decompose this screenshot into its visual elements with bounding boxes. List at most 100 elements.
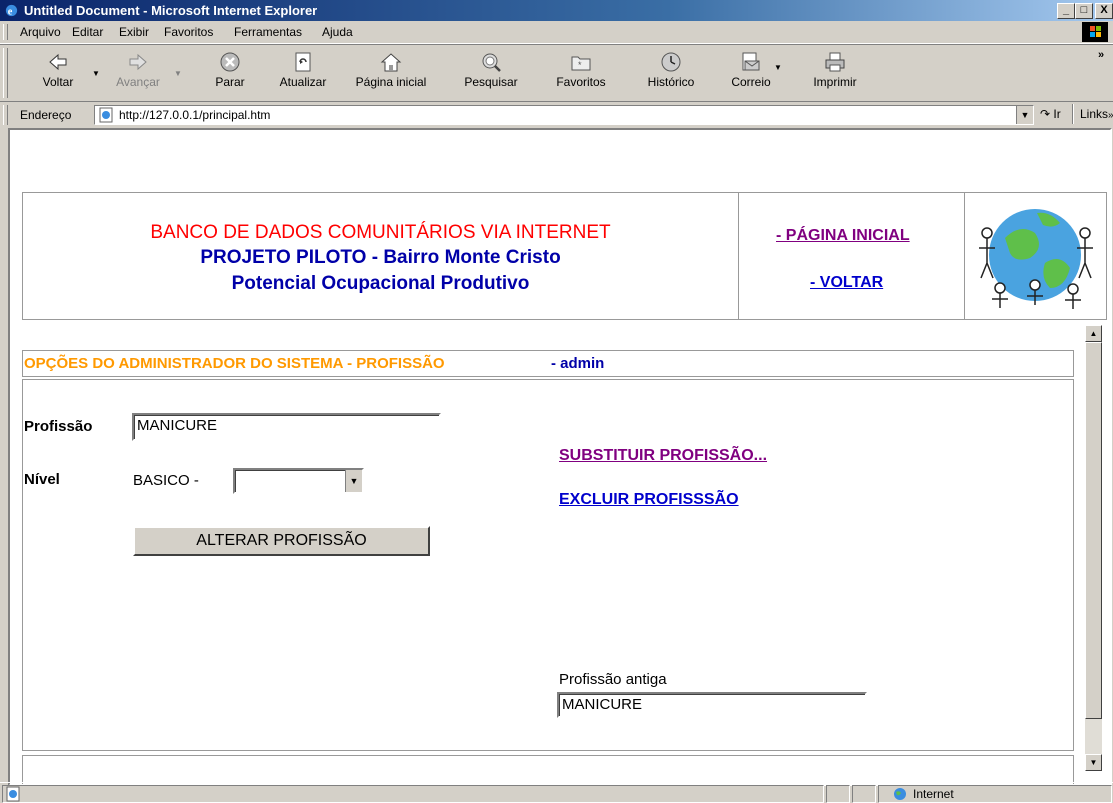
toolbar-more-chevron-icon[interactable]: » [1098,49,1104,61]
stop-icon [220,52,240,72]
zone-pane: Internet [878,785,1112,803]
scroll-thumb[interactable] [1085,342,1102,719]
header-title-cell: BANCO DE DADOS COMUNITÁRIOS VIA INTERNET… [23,193,739,319]
globe-illustration-icon [979,209,1093,309]
substituir-link[interactable]: SUBSTITUIR PROFISSÃO... [559,447,767,465]
go-button[interactable]: ↷ Ir [1040,107,1061,121]
search-label: Pesquisar [464,75,518,89]
forward-button[interactable]: Avançar [108,47,168,99]
favorites-button[interactable]: * Favoritos [545,47,617,99]
home-page-link[interactable]: - PÁGINA INICIAL [776,227,910,245]
internet-globe-icon [894,788,906,800]
links-chevron-icon: » [1108,110,1113,121]
header-line-1: BANCO DE DADOS COMUNITÁRIOS VIA INTERNET [150,222,611,243]
print-button[interactable]: Imprimir [800,47,870,99]
history-label: Histórico [647,75,695,89]
section-title: OPÇÕES DO ADMINISTRADOR DO SISTEMA - PRO… [24,355,445,372]
address-bar: Endereço http://127.0.0.1/principal.htm … [0,101,1113,128]
select-dropdown-icon[interactable]: ▼ [345,470,362,492]
status-bar: Internet [0,782,1113,803]
forward-dropdown-icon[interactable]: ▼ [174,69,182,78]
alter-profession-button[interactable]: ALTERAR PROFISSÃO [133,526,430,556]
scroll-up-icon[interactable]: ▲ [1085,325,1102,342]
page-viewport: BANCO DE DADOS COMUNITÁRIOS VIA INTERNET… [8,128,1112,786]
nivel-select[interactable]: ▼ [233,468,364,494]
address-grip [3,105,8,125]
nivel-label: Nível [24,471,60,488]
mail-dropdown-icon[interactable]: ▼ [774,63,782,72]
profissao-label: Profissão [24,418,93,435]
page-status-icon [6,786,20,802]
back-button[interactable]: Voltar [32,47,84,99]
close-button[interactable]: X [1095,3,1113,19]
menu-ajuda[interactable]: Ajuda [322,25,353,39]
forward-arrow-icon [129,53,147,71]
refresh-label: Atualizar [279,75,327,89]
nivel-text: BASICO - [133,472,199,489]
menu-ferramentas[interactable]: Ferramentas [234,25,302,39]
search-icon [482,53,501,72]
minimize-button[interactable]: _ [1057,3,1075,19]
refresh-icon [295,52,311,72]
antiga-input[interactable]: MANICURE [557,692,867,718]
menu-grip [3,24,8,40]
status-message-pane [2,785,824,803]
history-clock-icon [661,52,681,72]
home-button[interactable]: Página inicial [342,47,440,99]
ie-logo-icon: e [5,4,18,17]
forward-label: Avançar [116,75,160,89]
go-label: Ir [1053,107,1061,121]
mail-button[interactable]: Correio [715,47,787,99]
zone-label: Internet [913,787,954,801]
header-line-2: PROJETO PILOTO - Bairro Monte Cristo [200,247,561,268]
print-label: Imprimir [813,75,857,89]
stop-label: Parar [215,75,245,89]
mail-label: Correio [731,75,771,89]
excluir-link[interactable]: EXCLUIR PROFISSSÃO [559,491,739,509]
status-pane-2 [852,785,876,803]
antiga-label: Profissão antiga [559,671,667,688]
menu-favoritos[interactable]: Favoritos [164,25,213,39]
page-scrollbar[interactable]: ▲ ▼ [1085,325,1102,771]
header-table: BANCO DE DADOS COMUNITÁRIOS VIA INTERNET… [22,192,1107,320]
header-links-cell: - PÁGINA INICIAL - VOLTAR [739,193,965,319]
favorites-folder-icon: * [571,56,591,71]
page-icon [99,107,113,123]
status-pane-1 [826,785,850,803]
address-input[interactable]: http://127.0.0.1/principal.htm ▼ [94,105,1034,125]
profissao-input[interactable]: MANICURE [132,413,441,441]
toolbar: Voltar ▼ Avançar ▼ Parar Atualizar Págin… [0,44,1113,102]
header-line-3: Potencial Ocupacional Produtivo [231,273,530,294]
printer-icon [825,52,845,72]
refresh-button[interactable]: Atualizar [270,47,336,99]
window-title: Untitled Document - Microsoft Internet E… [24,3,318,18]
back-dropdown-icon[interactable]: ▼ [92,69,100,78]
stop-button[interactable]: Parar [200,47,260,99]
mail-icon [742,52,760,71]
address-dropdown-icon[interactable]: ▼ [1016,106,1033,124]
svg-text:*: * [578,60,582,70]
search-button[interactable]: Pesquisar [455,47,527,99]
address-label: Endereço [20,108,72,122]
admin-user: - admin [551,355,605,372]
scroll-down-icon[interactable]: ▼ [1085,754,1102,771]
menu-arquivo[interactable]: Arquivo [20,25,61,39]
back-link[interactable]: - VOLTAR [810,274,883,292]
menu-exibir[interactable]: Exibir [119,25,149,39]
address-url: http://127.0.0.1/principal.htm [119,108,271,122]
menu-editar[interactable]: Editar [72,25,103,39]
links-label: Links [1080,107,1109,121]
history-button[interactable]: Histórico [636,47,706,99]
admin-form-panel: Profissão MANICURE Nível BASICO - ▼ ALTE… [22,379,1074,751]
svg-text:e: e [8,6,13,17]
go-arrow-icon: ↷ [1040,107,1051,121]
admin-section-header: OPÇÕES DO ADMINISTRADOR DO SISTEMA - PRO… [22,350,1074,377]
maximize-button[interactable]: □ [1075,3,1093,19]
back-label: Voltar [42,75,74,89]
favorites-label: Favoritos [556,75,606,89]
links-button[interactable]: Links» [1080,107,1113,121]
windows-logo-icon [1082,22,1108,42]
title-bar[interactable]: e Untitled Document - Microsoft Internet… [0,0,1113,21]
home-label: Página inicial [355,75,427,89]
back-arrow-icon [49,53,67,71]
